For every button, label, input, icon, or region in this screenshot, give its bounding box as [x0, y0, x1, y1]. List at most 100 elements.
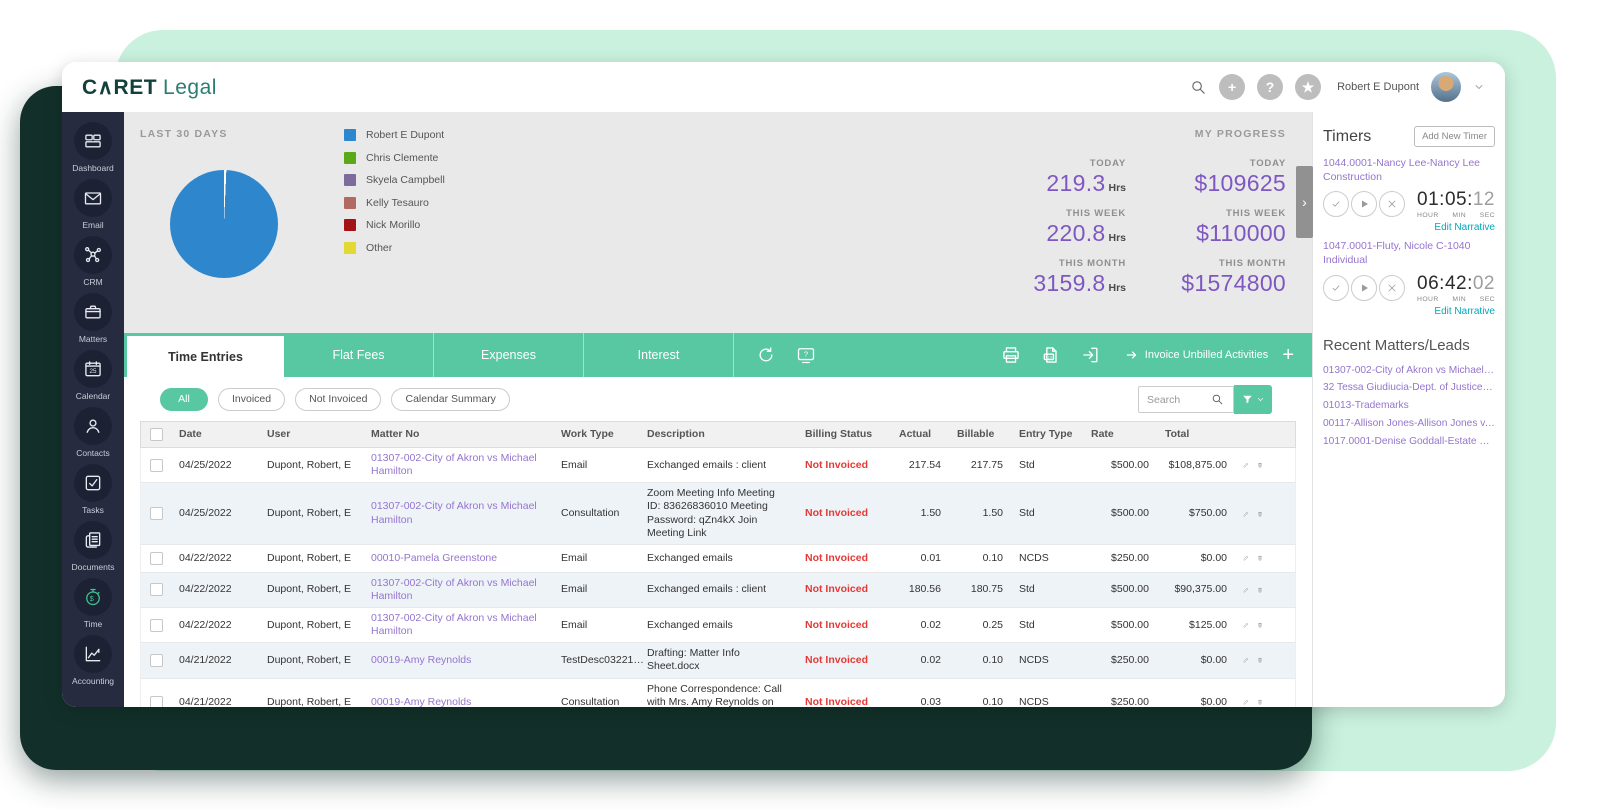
table-row[interactable]: 04/21/2022 Dupont, Robert, E 00019-Amy R… — [140, 678, 1296, 707]
matter-link[interactable]: 01307-002-City of Akron vs Michael Hamil… — [371, 452, 537, 477]
help-button[interactable]: ? — [1257, 74, 1284, 100]
edit-icon[interactable] — [1243, 654, 1249, 666]
delete-icon[interactable] — [1257, 459, 1263, 471]
edit-icon[interactable] — [1243, 696, 1249, 707]
export-icon[interactable] — [1081, 345, 1101, 365]
delete-icon[interactable] — [1257, 619, 1263, 631]
timer-play-button[interactable] — [1351, 274, 1377, 301]
avatar[interactable] — [1431, 72, 1461, 102]
column-header-matter-no[interactable]: Matter No — [363, 422, 553, 447]
column-header-description[interactable]: Description — [639, 422, 797, 447]
panel-collapse-handle[interactable]: › — [1296, 166, 1313, 238]
recent-matter-link[interactable]: 32 Tessa Giudiucia-Dept. of Justice vs. … — [1323, 379, 1495, 397]
sidebar-item-documents[interactable]: Documents — [72, 521, 115, 572]
table-row[interactable]: 04/22/2022 Dupont, Robert, E 00010-Pamel… — [140, 544, 1296, 573]
keyboard-help-icon[interactable]: ? — [796, 345, 816, 365]
chevron-down-icon[interactable] — [1473, 81, 1485, 93]
timer-matter-link[interactable]: 1047.0001-Fluty, Nicole C-1040 Individua… — [1323, 240, 1495, 267]
matter-link[interactable]: 00010-Pamela Greenstone — [371, 552, 497, 564]
recent-matter-link[interactable]: 00117-Allison Jones-Allison Jones v. Mel… — [1323, 415, 1495, 433]
pill-calendar-summary[interactable]: Calendar Summary — [391, 387, 510, 411]
search-icon[interactable] — [1190, 79, 1207, 96]
delete-icon[interactable] — [1257, 654, 1263, 666]
sidebar-item-matters[interactable]: Matters — [74, 293, 112, 344]
delete-icon[interactable] — [1257, 696, 1263, 707]
sidebar-item-dashboard[interactable]: Dashboard — [72, 122, 114, 173]
timer-cancel-button[interactable] — [1379, 274, 1405, 301]
edit-icon[interactable] — [1243, 584, 1249, 596]
sidebar-item-accounting[interactable]: Accounting — [72, 635, 114, 686]
row-checkbox[interactable] — [149, 583, 163, 597]
row-checkbox[interactable] — [149, 653, 163, 667]
edit-narrative-link[interactable]: Edit Narrative — [1323, 306, 1495, 317]
table-row[interactable]: 04/25/2022 Dupont, Robert, E 01307-002-C… — [140, 483, 1296, 545]
edit-icon[interactable] — [1243, 619, 1249, 631]
export-xls-icon[interactable]: XLS — [1041, 345, 1061, 365]
column-header-work-type[interactable]: Work Type — [553, 422, 639, 447]
matter-link[interactable]: 00019-Amy Reynolds — [371, 696, 471, 707]
edit-narrative-link[interactable]: Edit Narrative — [1323, 222, 1495, 233]
sidebar-item-tasks[interactable]: Tasks — [74, 464, 112, 515]
column-header-billing-status[interactable]: Billing Status — [797, 422, 891, 447]
edit-icon[interactable] — [1243, 459, 1249, 471]
timer-matter-link[interactable]: 1044.0001-Nancy Lee-Nancy Lee Constructi… — [1323, 157, 1495, 184]
edit-icon[interactable] — [1243, 508, 1249, 520]
pill-not-invoiced[interactable]: Not Invoiced — [295, 387, 382, 411]
search-input[interactable] — [1139, 393, 1211, 406]
tab-time-entries[interactable]: Time Entries — [127, 333, 284, 377]
timer-play-button[interactable] — [1351, 191, 1377, 218]
add-new-timer-button[interactable]: Add New Timer — [1414, 126, 1495, 147]
tab-interest[interactable]: Interest — [584, 333, 734, 377]
table-row[interactable]: 04/25/2022 Dupont, Robert, E 01307-002-C… — [140, 448, 1296, 484]
column-header-total[interactable]: Total — [1157, 422, 1235, 447]
column-header-billable[interactable]: Billable — [949, 422, 1011, 447]
sidebar-item-time[interactable]: $ Time — [74, 578, 112, 629]
legend-swatch — [344, 129, 356, 142]
row-checkbox[interactable] — [149, 695, 163, 707]
row-checkbox[interactable] — [149, 507, 163, 520]
select-all-checkbox[interactable] — [149, 428, 163, 441]
tab-flat-fees[interactable]: Flat Fees — [284, 333, 434, 377]
pill-all[interactable]: All — [160, 387, 208, 411]
column-header-rate[interactable]: Rate — [1083, 422, 1157, 447]
timer-cancel-button[interactable] — [1379, 191, 1405, 218]
table-row[interactable]: 04/22/2022 Dupont, Robert, E 01307-002-C… — [140, 608, 1296, 644]
matter-link[interactable]: 00019-Amy Reynolds — [371, 654, 471, 666]
sidebar-item-calendar[interactable]: 25 Calendar — [74, 350, 112, 401]
favorites-button[interactable]: ★ — [1295, 74, 1322, 100]
column-header-user[interactable]: User — [259, 422, 363, 447]
print-icon[interactable] — [1001, 345, 1021, 365]
cell-entry-type: NCDS — [1019, 653, 1049, 666]
pill-invoiced[interactable]: Invoiced — [218, 387, 286, 411]
row-checkbox[interactable] — [149, 551, 163, 565]
delete-icon[interactable] — [1257, 552, 1263, 564]
timer-complete-button[interactable] — [1323, 274, 1349, 301]
edit-icon[interactable] — [1243, 552, 1249, 564]
matter-link[interactable]: 01307-002-City of Akron vs Michael Hamil… — [371, 612, 537, 637]
table-row[interactable]: 04/21/2022 Dupont, Robert, E 00019-Amy R… — [140, 643, 1296, 679]
row-checkbox[interactable] — [149, 618, 163, 632]
recent-matter-link[interactable]: 1017.0001-Denise Goddall-Estate of Goodd… — [1323, 433, 1495, 451]
filter-button[interactable] — [1234, 385, 1272, 414]
column-header-date[interactable]: Date — [171, 422, 259, 447]
timer-complete-button[interactable] — [1323, 191, 1349, 218]
tab-expenses[interactable]: Expenses — [434, 333, 584, 377]
table-row[interactable]: 04/22/2022 Dupont, Robert, E 01307-002-C… — [140, 572, 1296, 608]
invoice-unbilled-button[interactable]: Invoice Unbilled Activities — [1125, 348, 1268, 362]
column-header-actual[interactable]: Actual — [891, 422, 949, 447]
refresh-icon[interactable] — [756, 345, 776, 365]
sidebar-item-crm[interactable]: CRM — [74, 236, 112, 287]
recent-matter-link[interactable]: 01307-002-City of Akron vs Michael Hamil… — [1323, 362, 1495, 380]
sidebar-item-contacts[interactable]: Contacts — [74, 407, 112, 458]
delete-icon[interactable] — [1257, 508, 1263, 520]
cell-rate: $500.00 — [1111, 583, 1149, 596]
matter-link[interactable]: 01307-002-City of Akron vs Michael Hamil… — [371, 500, 537, 525]
sidebar-item-email[interactable]: Email — [74, 179, 112, 230]
matter-link[interactable]: 01307-002-City of Akron vs Michael Hamil… — [371, 577, 537, 602]
add-time-entry-button[interactable]: + — [1282, 345, 1294, 365]
column-header-entry-type[interactable]: Entry Type — [1011, 422, 1083, 447]
recent-matter-link[interactable]: 01013-Trademarks — [1323, 397, 1495, 415]
add-button[interactable]: + — [1219, 74, 1246, 100]
delete-icon[interactable] — [1257, 584, 1263, 596]
row-checkbox[interactable] — [149, 458, 163, 472]
